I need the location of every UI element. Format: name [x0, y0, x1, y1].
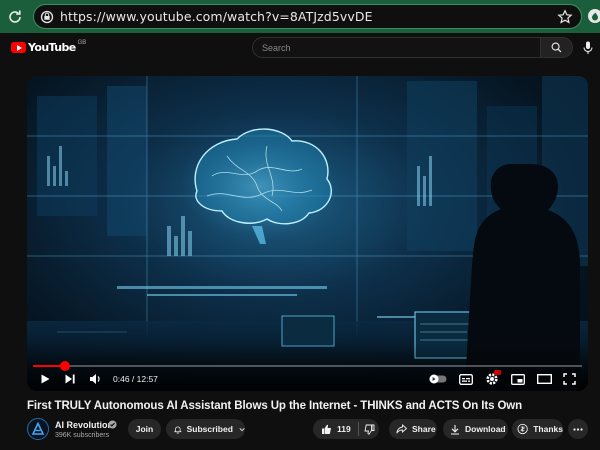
search-icon: [551, 42, 562, 53]
player-controls: 0:46 / 12:57: [27, 369, 588, 389]
subtitles-icon: [459, 373, 473, 385]
thumbs-down-icon: [364, 424, 375, 435]
hd-badge-icon: [494, 370, 501, 375]
channel-avatar[interactable]: [27, 418, 49, 440]
autoplay-toggle-icon: [429, 374, 447, 384]
bookmark-star-icon[interactable]: [557, 9, 573, 25]
progress-bar[interactable]: [33, 361, 582, 371]
theater-mode-button[interactable]: [537, 369, 552, 389]
browser-toolbar: https://www.youtube.com/watch?v=8ATJzd5v…: [0, 0, 600, 33]
join-label: Join: [135, 424, 154, 434]
youtube-play-icon: [11, 42, 26, 53]
autoplay-toggle[interactable]: [429, 369, 447, 389]
share-button[interactable]: Share: [389, 419, 437, 439]
super-thanks-icon: [517, 423, 528, 435]
logo-text: YouTube: [28, 41, 76, 54]
verified-badge-icon: [108, 420, 117, 429]
subtitles-button[interactable]: [459, 369, 473, 389]
time-display: 0:46 / 12:57: [113, 374, 158, 384]
next-button[interactable]: [64, 369, 76, 389]
reload-button[interactable]: [0, 0, 30, 33]
subscribed-label: Subscribed: [186, 424, 233, 434]
download-button[interactable]: Download: [443, 419, 508, 439]
channel-logo-icon: [31, 422, 45, 435]
subscribed-button[interactable]: Subscribed: [166, 419, 245, 439]
voice-search-button[interactable]: [583, 41, 593, 60]
channel-name[interactable]: AI Revolution: [55, 420, 113, 430]
search-bar: [252, 37, 573, 58]
microphone-icon: [583, 41, 593, 54]
thanks-button[interactable]: Thanks: [512, 419, 563, 439]
volume-button[interactable]: [89, 369, 102, 389]
video-title: First TRULY Autonomous AI Assistant Blow…: [27, 400, 523, 412]
youtube-logo[interactable]: YouTube GB: [11, 39, 87, 54]
thanks-label: Thanks: [533, 424, 563, 434]
bell-icon: [174, 425, 182, 434]
like-dislike-group: 119: [313, 419, 379, 439]
join-button[interactable]: Join: [128, 419, 161, 439]
region-code: GB: [77, 39, 87, 46]
volume-icon: [90, 374, 100, 384]
fullscreen-icon: [563, 373, 576, 385]
miniplayer-button[interactable]: [511, 369, 525, 389]
address-bar[interactable]: https://www.youtube.com/watch?v=8ATJzd5v…: [33, 4, 582, 29]
download-label: Download: [465, 424, 506, 434]
chevron-down-icon: [239, 427, 245, 431]
like-button[interactable]: 119: [313, 424, 358, 435]
theater-mode-icon: [537, 374, 552, 384]
dislike-button[interactable]: [359, 424, 375, 435]
share-icon: [396, 424, 407, 434]
more-horizontal-icon: [573, 427, 583, 431]
play-button[interactable]: [39, 369, 51, 389]
play-icon: [41, 374, 50, 384]
thumbs-up-icon: [322, 424, 331, 434]
youtube-header: YouTube GB: [0, 33, 600, 64]
fullscreen-button[interactable]: [563, 369, 576, 389]
subscriber-count: 396K subscribers: [55, 432, 110, 439]
video-player[interactable]: 0:46 / 12:57: [27, 76, 588, 391]
like-count: 119: [337, 424, 351, 434]
url-text[interactable]: https://www.youtube.com/watch?v=8ATJzd5v…: [60, 9, 373, 24]
search-input[interactable]: [252, 37, 540, 58]
share-label: Share: [412, 424, 436, 434]
more-actions-button[interactable]: [568, 419, 588, 439]
search-button[interactable]: [540, 37, 573, 58]
settings-button[interactable]: [485, 369, 501, 389]
download-icon: [451, 424, 459, 435]
reload-icon: [9, 10, 21, 23]
extension-icon[interactable]: [587, 8, 600, 24]
miniplayer-icon: [511, 373, 525, 385]
skip-next-icon: [65, 374, 75, 384]
site-info-icon[interactable]: [40, 10, 54, 24]
